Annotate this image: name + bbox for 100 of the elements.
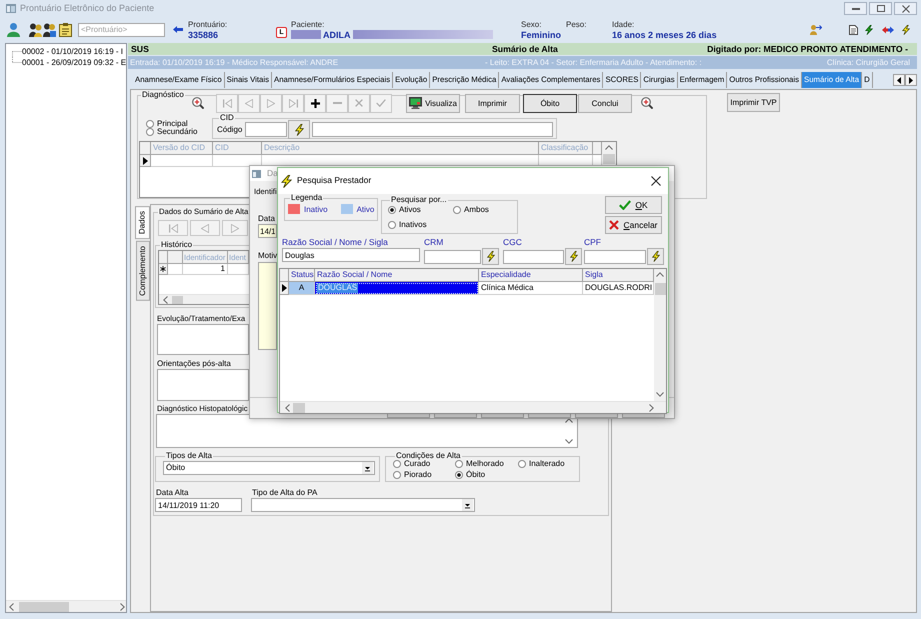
table-cell (151, 155, 213, 167)
radio-option[interactable]: Melhorado (455, 460, 504, 468)
text-field[interactable] (424, 250, 481, 264)
search-field[interactable]: <Prontuário> (78, 22, 165, 36)
description-field[interactable] (312, 122, 554, 137)
caret-down-icon (362, 462, 373, 474)
people-icon[interactable] (29, 22, 42, 36)
weight-label: Peso: (566, 20, 586, 28)
lightning-icon[interactable] (902, 24, 910, 34)
tree-item[interactable]: 00002 - 01/10/2019 16:19 - I (22, 46, 123, 56)
horizontal-scrollbar[interactable] (280, 401, 666, 413)
triangle-left-icon (897, 76, 901, 84)
field-label: Data (258, 214, 275, 223)
age-value: 16 anos 2 meses 26 dias (612, 30, 717, 40)
radio-option[interactable]: Curado (393, 460, 430, 468)
lookup-button[interactable] (565, 248, 582, 265)
select-field[interactable] (251, 498, 475, 512)
app-icon (6, 4, 16, 13)
text-field[interactable] (584, 250, 646, 264)
horizontal-scrollbar[interactable] (6, 600, 126, 612)
scroll-thumb[interactable] (654, 283, 666, 295)
scroll-left-button[interactable] (893, 74, 905, 86)
chevron-right-icon (120, 602, 125, 610)
action-button[interactable]: Conclui (578, 94, 632, 112)
text-area[interactable] (258, 262, 277, 350)
chevron-left-icon (9, 602, 14, 610)
action-button[interactable]: Imprimir TVP (727, 93, 780, 112)
window-icon (252, 170, 261, 178)
action-button[interactable]: Imprimir (465, 94, 520, 112)
radio-option[interactable]: Óbito (455, 471, 486, 479)
preview-button[interactable]: Visualiza (406, 94, 460, 112)
side-tab[interactable]: Dados (135, 206, 150, 240)
field-label: Data Alta (156, 488, 188, 497)
chevron-left-icon (163, 296, 168, 304)
x-icon (355, 99, 363, 107)
text-field[interactable]: Douglas (282, 248, 420, 262)
magnifier-icon[interactable] (641, 97, 653, 109)
code-label: Código (217, 125, 242, 134)
radio-option[interactable]: Principal (146, 120, 188, 128)
side-tab[interactable]: Complemento (136, 241, 150, 301)
table-cell: DOUGLAS (315, 282, 479, 295)
caret-down-icon (462, 499, 473, 511)
text-field[interactable] (503, 250, 564, 264)
arrow-left-icon[interactable] (173, 26, 183, 33)
text-area[interactable] (157, 369, 249, 401)
people-badge-icon[interactable] (43, 22, 56, 36)
radio-option[interactable]: Inativos (388, 221, 427, 229)
cancel-button[interactable]: Cancelar (605, 216, 662, 234)
patient-label: Paciente: (291, 20, 324, 28)
minimize-button[interactable] (844, 2, 867, 15)
scroll-thumb[interactable] (172, 296, 183, 304)
skip-first-icon (168, 224, 178, 232)
radio-option[interactable]: Ativos (388, 206, 421, 214)
lightning-icon (486, 251, 494, 262)
scroll-thumb[interactable] (19, 602, 69, 612)
close-icon[interactable] (651, 176, 661, 186)
insert-button[interactable] (304, 94, 326, 112)
person-icon[interactable] (7, 22, 20, 36)
document-icon[interactable] (849, 24, 858, 34)
horizontal-scrollbar[interactable] (159, 294, 249, 304)
column-header: CID (213, 142, 262, 155)
text-area[interactable] (157, 324, 249, 355)
chevron-down-icon (656, 392, 664, 397)
radio-option[interactable]: Secundário (146, 128, 198, 136)
radio-option[interactable]: Piorado (393, 471, 432, 479)
maximize-button[interactable] (869, 2, 892, 15)
radio-option[interactable]: Ambos (453, 206, 489, 214)
chevron-up-icon (605, 145, 613, 150)
plus-icon (310, 98, 320, 108)
lookup-button[interactable] (482, 248, 499, 265)
asterisk-icon (160, 266, 166, 272)
lightning-icon[interactable] (865, 24, 873, 34)
magnifier-icon[interactable] (192, 97, 204, 109)
triangle-right-icon (267, 98, 275, 108)
person-arrow-icon[interactable] (810, 24, 822, 34)
radio-option[interactable]: Inalterado (518, 460, 565, 468)
action-button[interactable]: Óbito (523, 94, 577, 112)
x-icon (609, 220, 620, 230)
legend-label: Inativo (304, 204, 328, 214)
lookup-button[interactable] (288, 120, 310, 139)
date-field[interactable]: 14/1 (258, 224, 277, 238)
column-header: Status (289, 269, 315, 282)
close-button[interactable] (894, 2, 917, 15)
minimize-icon (852, 8, 860, 10)
lookup-button[interactable] (647, 248, 664, 265)
scroll-thumb[interactable] (603, 154, 615, 164)
code-field[interactable] (245, 122, 288, 137)
ok-button[interactable]: OK (605, 196, 662, 214)
select-field[interactable]: Óbito (163, 461, 375, 475)
vertical-scrollbar[interactable] (654, 269, 666, 401)
arrows-icon[interactable] (882, 26, 894, 34)
date-field[interactable]: 14/11/2019 11:20 (155, 498, 242, 512)
admission-text: Entrada: 01/10/2019 16:19 - Médico Responsável: ANDRE (130, 58, 338, 68)
scroll-thumb[interactable] (293, 402, 305, 412)
column-header: Especialidade (479, 269, 583, 282)
scroll-right-button[interactable] (905, 74, 917, 86)
tree-item[interactable]: 00001 - 26/09/2019 09:32 - E (22, 58, 126, 68)
record-label: Prontuário: (188, 20, 228, 28)
lightning-icon (281, 174, 292, 188)
clipboard-icon[interactable] (59, 22, 72, 36)
